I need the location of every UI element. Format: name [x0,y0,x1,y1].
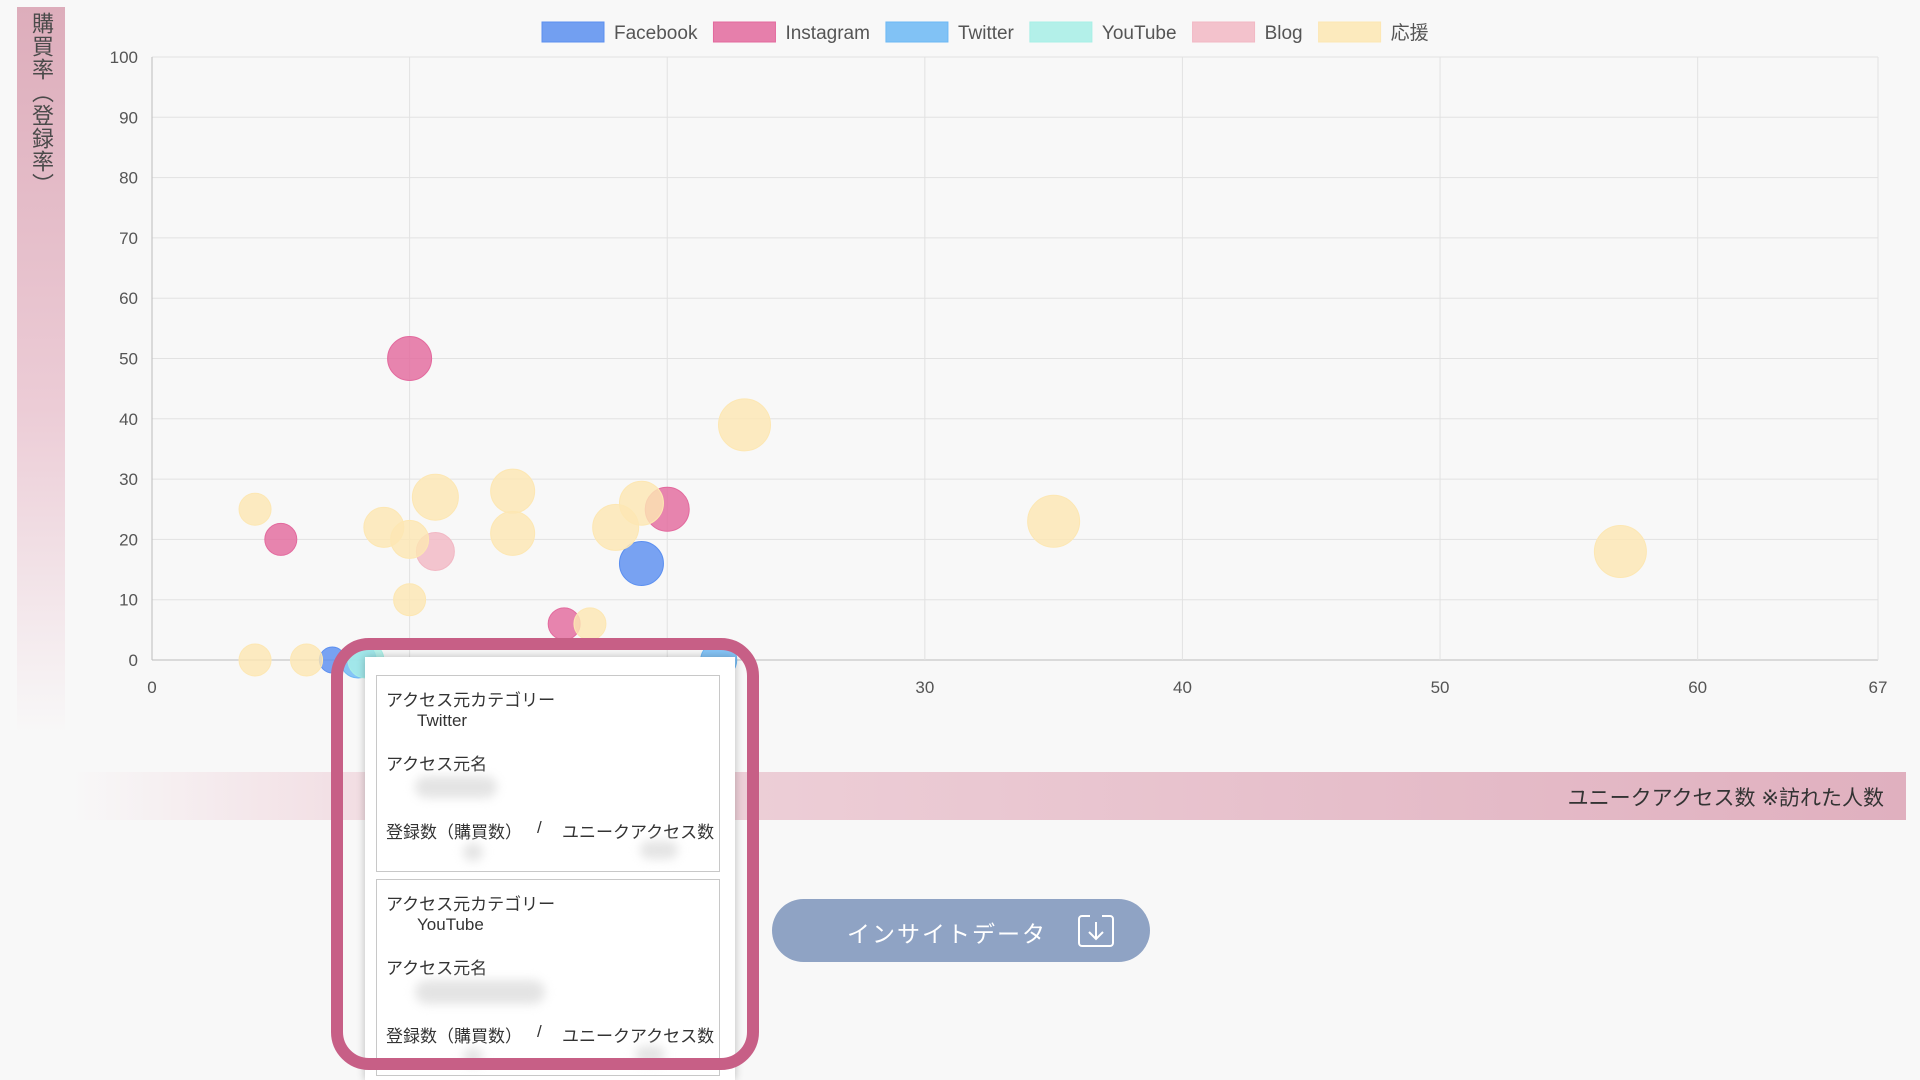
legend-swatch [1029,21,1093,43]
y-tick-label: 10 [119,591,138,610]
legend-label: Twitter [958,23,1015,44]
data-point-応援 [490,468,536,514]
y-tick-label: 0 [129,651,138,670]
data-point-応援 [618,480,664,526]
y-tick-label: 100 [110,48,138,67]
x-tick-label: 50 [1431,678,1450,697]
data-point-応援 [290,643,324,677]
legend-label: Instagram [785,23,869,44]
x-tick-label: 60 [1688,678,1707,697]
data-point-応援 [573,607,607,641]
legend-swatch [1192,21,1256,43]
legend-label: YouTube [1102,23,1177,44]
data-point-応援 [390,519,430,559]
y-tick-label: 20 [119,530,138,549]
y-tick-label: 60 [119,289,138,308]
tooltip-highlight-frame [331,638,759,1070]
data-point-応援 [238,492,272,526]
x-tick-label: 40 [1173,678,1192,697]
x-tick-label: 67 [1869,678,1888,697]
legend-label: Facebook [614,23,698,44]
data-point-応援 [411,473,459,521]
y-tick-label: 50 [119,350,138,369]
data-point-応援 [490,510,536,556]
data-point-応援 [1593,524,1647,578]
data-point-instagram [264,522,298,556]
y-tick-label: 30 [119,470,138,489]
data-point-instagram [387,336,433,381]
y-tick-label: 70 [119,229,138,248]
y-tick-label: 90 [119,108,138,127]
insight-button-label: インサイトデータ [847,921,1047,947]
insight-data-download-button[interactable]: インサイトデータ [772,899,1150,962]
legend-swatch [885,21,949,43]
x-axis-label: ユニークアクセス数 ※訪れた人数 [1567,787,1884,810]
legend-label: 応援 [1391,22,1429,44]
data-point-応援 [393,583,427,617]
legend-swatch [1318,21,1382,43]
legend-swatch [541,21,605,43]
scatter-chart: 0 10 20 30 40 50 60 70 80 90 100 0 30 40 50 60 67 Faceboo… [110,21,1888,697]
y-tick-label: 80 [119,169,138,188]
legend-swatch [712,21,776,43]
data-point-応援 [238,643,272,677]
x-tick-label: 0 [147,678,156,697]
data-point-応援 [718,398,772,452]
y-tick-label: 40 [119,410,138,429]
x-tick-label: 30 [915,678,934,697]
download-icon [1078,915,1114,947]
legend-label: Blog [1265,23,1303,44]
data-point-応援 [1027,494,1081,548]
